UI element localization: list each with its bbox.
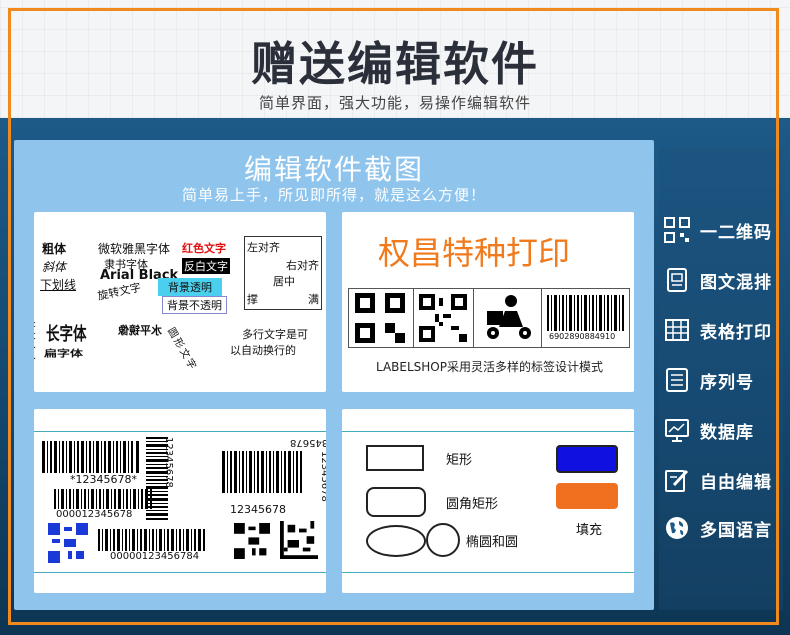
orange-frame — [8, 8, 779, 625]
